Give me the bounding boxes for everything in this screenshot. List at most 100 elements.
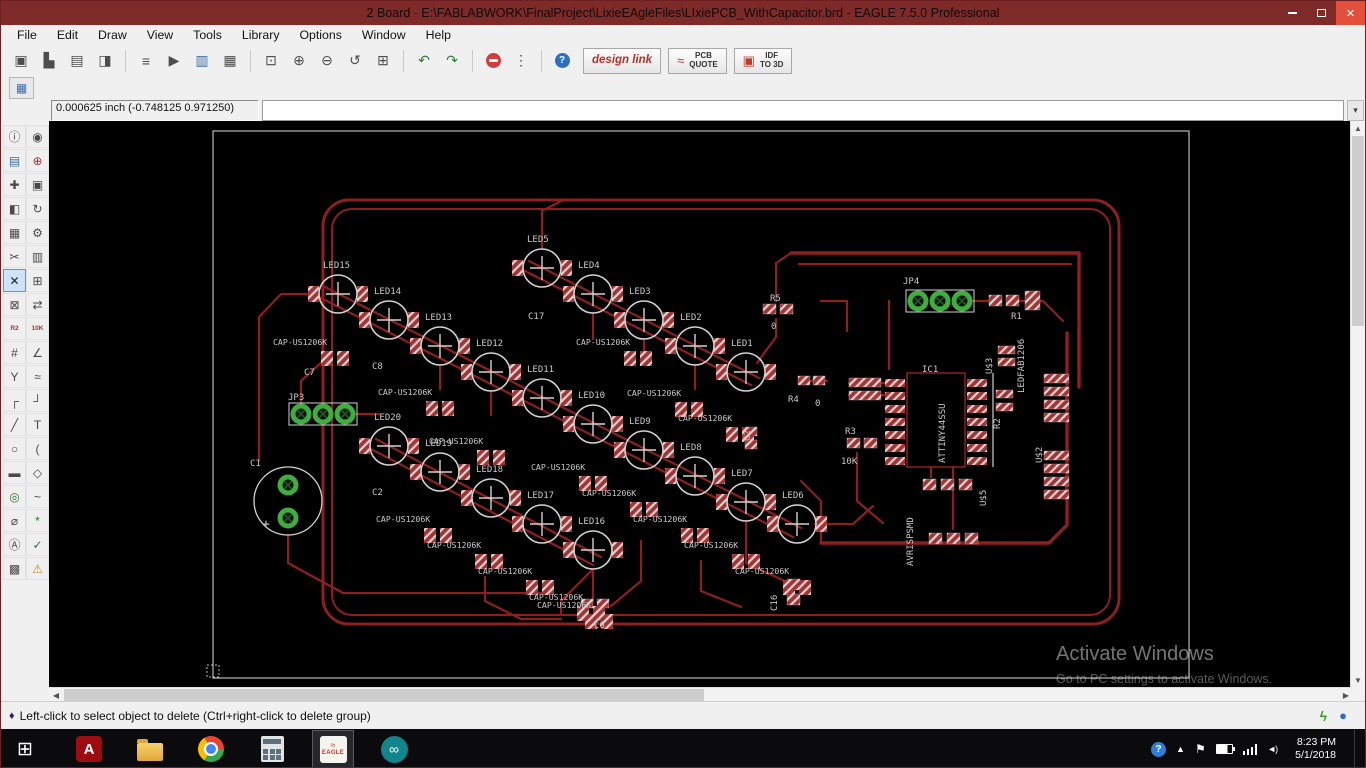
- smash-icon[interactable]: #: [3, 341, 26, 364]
- info-icon[interactable]: ⓘ: [3, 125, 26, 148]
- via-icon[interactable]: ◎: [3, 485, 26, 508]
- help-icon[interactable]: ?: [549, 48, 575, 74]
- scroll-down-icon[interactable]: ▼: [1351, 673, 1365, 687]
- smd-pad[interactable]: [1043, 386, 1070, 397]
- silk-label[interactable]: C17: [528, 312, 544, 322]
- status-dot-icon[interactable]: ●: [1339, 708, 1347, 723]
- silk-label[interactable]: JP3: [288, 393, 304, 403]
- silk-label[interactable]: +: [262, 517, 270, 532]
- status-lightning-icon[interactable]: ϟ: [1320, 708, 1327, 724]
- smd-pad[interactable]: [1043, 450, 1070, 461]
- silk-label[interactable]: C2: [372, 488, 383, 498]
- silk-label[interactable]: IC1: [922, 365, 938, 375]
- capacitor[interactable]: CAP-US1206K: [427, 540, 503, 569]
- wire-icon[interactable]: ╱: [3, 413, 26, 436]
- hole-icon[interactable]: ⌀: [3, 509, 26, 532]
- menu-tools[interactable]: Tools: [183, 26, 232, 44]
- grid-settings-button[interactable]: ▦: [9, 77, 34, 99]
- design-link-button[interactable]: design link: [583, 47, 662, 74]
- arduino-icon[interactable]: ∞: [373, 730, 415, 767]
- battery-icon[interactable]: [1215, 744, 1235, 754]
- silk-label[interactable]: C6: [594, 621, 605, 631]
- smd-pad[interactable]: [988, 294, 1003, 307]
- split-icon[interactable]: Y: [3, 365, 26, 388]
- value-icon[interactable]: 10K: [26, 317, 49, 340]
- vertical-scrollbar[interactable]: ▲ ▼: [1350, 121, 1365, 687]
- smd-pad[interactable]: [779, 303, 794, 315]
- copper-trace[interactable]: [286, 533, 543, 595]
- layer-settings-icon[interactable]: ▥: [189, 48, 215, 74]
- minimize-button[interactable]: [1278, 1, 1307, 25]
- zoom-redraw-icon[interactable]: ↺: [342, 48, 368, 74]
- scroll-left-icon[interactable]: ◀: [49, 688, 63, 702]
- change-icon[interactable]: ⚙: [26, 221, 49, 244]
- silk-label[interactable]: U$5: [979, 490, 989, 506]
- stop-icon[interactable]: [480, 48, 506, 74]
- smd-pad[interactable]: [946, 532, 961, 545]
- copper-trace[interactable]: [855, 451, 885, 525]
- eagle-icon[interactable]: ≈ EAGLE: [312, 730, 354, 767]
- rotate-icon[interactable]: ↻: [26, 197, 49, 220]
- smd-pad[interactable]: [812, 375, 826, 386]
- silk-label[interactable]: R3: [845, 427, 856, 437]
- capacitor[interactable]: CAP-US1206K: [531, 462, 607, 491]
- connector-jp4[interactable]: [905, 289, 975, 313]
- errors-icon[interactable]: ⚠: [26, 557, 49, 580]
- cut-icon[interactable]: ✂: [3, 245, 26, 268]
- capacitor[interactable]: CAP-US1206K: [273, 337, 349, 366]
- smd-pad[interactable]: [964, 532, 979, 545]
- acrobat-icon[interactable]: A: [68, 730, 110, 767]
- signal-icon[interactable]: ~: [26, 485, 49, 508]
- pcb-drawing[interactable]: CAP-US1206K CAP-US1206K CAP-US1206K CAP-US1…: [49, 121, 1353, 687]
- silk-label[interactable]: C2: [743, 430, 753, 441]
- zoom-select-icon[interactable]: ⊞: [370, 48, 396, 74]
- menu-window[interactable]: Window: [352, 26, 416, 44]
- polygon-icon[interactable]: ◇: [26, 461, 49, 484]
- smd-pad[interactable]: [1043, 412, 1070, 423]
- command-input[interactable]: [262, 100, 1344, 121]
- menu-options[interactable]: Options: [289, 26, 351, 44]
- close-button[interactable]: ✕: [1336, 1, 1365, 25]
- silk-label[interactable]: U$3: [985, 358, 995, 374]
- capacitor[interactable]: CAP-US1206K: [684, 540, 760, 569]
- silk-label[interactable]: LEDFAB1206: [1017, 339, 1027, 393]
- silk-label[interactable]: R1: [1011, 312, 1022, 322]
- start-button[interactable]: ⊞: [1, 729, 49, 767]
- help-icon[interactable]: ?: [1151, 741, 1167, 757]
- connector-jp3[interactable]: [288, 402, 358, 426]
- menu-edit[interactable]: Edit: [47, 26, 88, 44]
- silk-label[interactable]: C8: [372, 362, 383, 372]
- horizontal-scroll-thumb[interactable]: [64, 689, 704, 701]
- copy-icon[interactable]: ▣: [26, 173, 49, 196]
- smd-pad[interactable]: [846, 437, 861, 449]
- optimize-icon[interactable]: ≈: [26, 365, 49, 388]
- move-icon[interactable]: ✚: [3, 173, 26, 196]
- show-icon[interactable]: ◉: [26, 125, 49, 148]
- name-icon[interactable]: R2: [3, 317, 26, 340]
- silk-label[interactable]: 10K: [841, 457, 858, 467]
- silk-label[interactable]: C7: [304, 368, 315, 378]
- run-script-icon[interactable]: ▶: [161, 48, 187, 74]
- silk-label[interactable]: R2: [993, 418, 1003, 429]
- menu-view[interactable]: View: [137, 26, 183, 44]
- smd-pad[interactable]: [1005, 294, 1020, 307]
- erc-icon[interactable]: ✓: [26, 533, 49, 556]
- silk-label[interactable]: ATTINY44SSU: [938, 403, 948, 463]
- capacitor[interactable]: CAP-US1206K: [378, 387, 454, 416]
- autoroute-icon[interactable]: Ⓐ: [3, 533, 26, 556]
- ratsnest-icon[interactable]: *: [26, 509, 49, 532]
- redo-icon[interactable]: ↷: [439, 48, 465, 74]
- smd-pad[interactable]: [958, 478, 973, 491]
- show-desktop-button[interactable]: [1354, 729, 1361, 767]
- rect-icon[interactable]: ▬: [3, 461, 26, 484]
- silk-label[interactable]: U$2: [1035, 447, 1045, 463]
- smd-pad[interactable]: [786, 593, 801, 606]
- pinswap-icon[interactable]: ⇄: [26, 293, 49, 316]
- smd-pad[interactable]: [1043, 463, 1070, 474]
- silk-label[interactable]: R4: [788, 395, 799, 405]
- smd-pad[interactable]: [762, 303, 777, 315]
- menu-help[interactable]: Help: [416, 26, 461, 44]
- volume-icon[interactable]: ◄): [1267, 744, 1278, 754]
- chrome-icon[interactable]: [190, 730, 232, 767]
- capacitor[interactable]: CAP-US1206K: [478, 566, 554, 595]
